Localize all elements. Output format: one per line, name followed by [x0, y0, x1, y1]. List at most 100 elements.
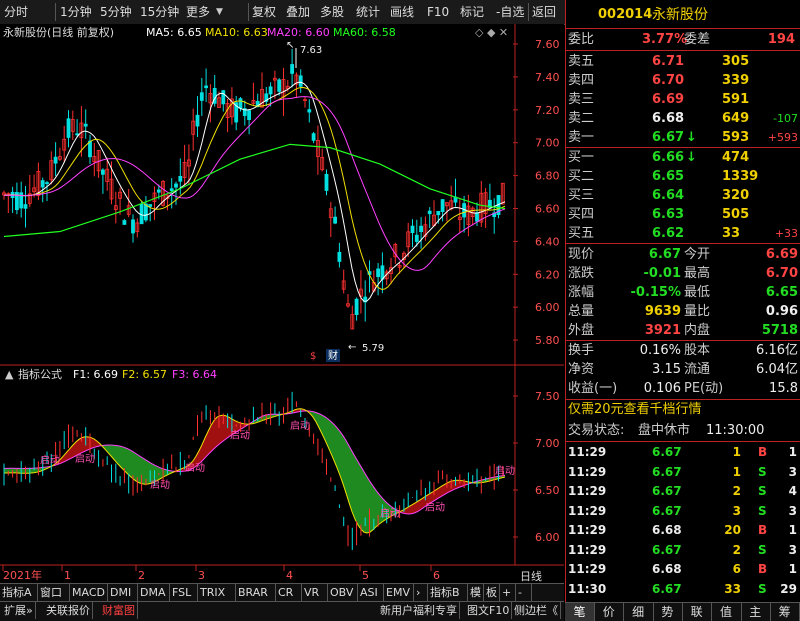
- side-button-3[interactable]: 势: [653, 603, 683, 621]
- side-button-6[interactable]: 主: [741, 603, 771, 621]
- toolbar-item-13[interactable]: 返回: [532, 0, 556, 24]
- tick-price: 6.67: [652, 542, 682, 557]
- indicator-tab-6[interactable]: TRIX: [198, 584, 236, 601]
- date-tick: 2: [138, 569, 145, 582]
- start-signal-label: 启动: [185, 461, 205, 474]
- ma-label-0: MA5: 6.65: [146, 26, 202, 39]
- indicator-tab-10[interactable]: OBV: [328, 584, 358, 601]
- indicator-tab-14[interactable]: 指标B: [428, 584, 468, 601]
- toolbar-item-1[interactable]: 1分钟: [60, 0, 92, 24]
- asks-row[interactable]: 卖一 6.67 ↓ 593 +593: [566, 128, 800, 148]
- stat-label: 现价: [568, 247, 595, 262]
- asks-label: 卖二: [568, 111, 595, 126]
- asks-label: 卖三: [568, 92, 595, 107]
- toolbar-item-10[interactable]: F10: [427, 0, 449, 24]
- low-arrow-icon: ←: [348, 342, 356, 353]
- asks-change: +593: [767, 131, 798, 144]
- indicator-tab-7[interactable]: BRAR: [236, 584, 276, 601]
- indicator-tab-18[interactable]: -: [516, 584, 532, 601]
- toolbar-item-12[interactable]: -自选: [496, 0, 524, 24]
- tick-side: S: [758, 464, 767, 479]
- toolbar-item-4[interactable]: 更多: [186, 0, 210, 24]
- low-price-mark: 5.79: [362, 343, 384, 354]
- side-button-7[interactable]: 筹: [770, 603, 800, 621]
- more-chevron-icon[interactable]: ▼: [216, 0, 223, 24]
- indicator-label-2: F3: 6.64: [172, 368, 217, 381]
- tick-count: 1: [788, 445, 797, 459]
- level2-promo-link[interactable]: 仅需20元查看千档行情: [568, 400, 702, 420]
- asks-price: 6.69: [652, 92, 685, 107]
- bottom-tab-2[interactable]: 财富图: [100, 602, 138, 619]
- indicator-tab-3[interactable]: DMI: [108, 584, 138, 601]
- toolbar-item-5[interactable]: 复权: [252, 0, 276, 24]
- bids-volume: 320: [722, 188, 750, 203]
- asks-volume: 339: [722, 73, 750, 88]
- finance-report-icon[interactable]: 财: [328, 349, 338, 362]
- bottom-right-tab-1[interactable]: 图文F10: [465, 602, 513, 619]
- stock-code: 002014: [598, 7, 653, 22]
- indicator-tab-11[interactable]: ASI: [358, 584, 384, 601]
- toolbar-item-2[interactable]: 5分钟: [100, 0, 132, 24]
- side-button-4[interactable]: 联: [682, 603, 713, 621]
- bids-row[interactable]: 买四 6.63 505: [566, 205, 800, 225]
- side-button-2[interactable]: 细: [624, 603, 654, 621]
- indicator-tab-12[interactable]: EMV: [384, 584, 414, 601]
- indicator-title[interactable]: 指标公式: [18, 367, 62, 381]
- toolbar-item-0[interactable]: 分时: [4, 0, 28, 24]
- indicator-tab-15[interactable]: 模: [468, 584, 484, 601]
- indicator-tick: 7.50: [535, 390, 560, 403]
- indicator-tab-0[interactable]: 指标A: [0, 584, 38, 601]
- tick-count: 4: [788, 484, 797, 498]
- side-button-1[interactable]: 价: [594, 603, 625, 621]
- bids-row[interactable]: 买一 6.66 ↓ 474: [566, 148, 800, 168]
- bottom-right-tab-2[interactable]: 侧边栏《: [512, 602, 561, 619]
- stat-label: 流通: [684, 362, 711, 377]
- bottom-tab-0[interactable]: 扩展»: [2, 602, 36, 619]
- bids-row[interactable]: 买五 6.62 33 +33: [566, 224, 800, 244]
- toolbar-item-3[interactable]: 15分钟: [140, 0, 179, 24]
- tick-time: 11:30: [568, 581, 607, 596]
- bids-row[interactable]: 买三 6.64 320: [566, 186, 800, 206]
- indicator-tab-17[interactable]: +: [500, 584, 516, 601]
- bottom-tab-1[interactable]: 关联报价: [44, 602, 93, 619]
- tick-row: 11:30 6.67 33 S 29: [566, 580, 800, 599]
- side-button-5[interactable]: 值: [712, 603, 742, 621]
- date-tick: 5: [362, 569, 369, 582]
- bids-price: 6.64: [652, 188, 685, 203]
- tick-row: 11:29 6.68 6 B 1: [566, 560, 800, 579]
- dollar-mark[interactable]: $: [310, 351, 316, 362]
- indicator-tab-5[interactable]: FSL: [170, 584, 198, 601]
- indicator-tab-8[interactable]: CR: [276, 584, 302, 601]
- toolbar-item-7[interactable]: 多股: [320, 0, 344, 24]
- side-buttons: 笔价细势联值主筹: [565, 602, 800, 621]
- toolbar-item-8[interactable]: 统计: [356, 0, 380, 24]
- indicator-menu-icon[interactable]: ▲: [5, 368, 14, 381]
- period-label[interactable]: 日线: [520, 569, 542, 583]
- diamond-icon[interactable]: ◇ ◆ ✕: [475, 26, 508, 39]
- indicator-tab-16[interactable]: 板: [484, 584, 500, 601]
- stat-label: 换手: [568, 343, 595, 358]
- bids-row[interactable]: 买二 6.65 1339: [566, 167, 800, 187]
- asks-label: 卖四: [568, 73, 595, 88]
- asks-row[interactable]: 卖三 6.69 591: [566, 90, 800, 110]
- kline-chart[interactable]: 启动 启动启动启动启动启动启动启动启动 7.607.407.207.006.806…: [0, 24, 564, 589]
- asks-row[interactable]: 卖二 6.68 649 -107: [566, 109, 800, 129]
- tick-volume: 1: [732, 445, 741, 459]
- asks-row[interactable]: 卖五 6.71 305: [566, 52, 800, 72]
- tick-count: 3: [788, 503, 797, 518]
- tick-side: B: [758, 562, 768, 576]
- toolbar-item-6[interactable]: 叠加: [286, 0, 310, 24]
- tick-side: S: [758, 503, 767, 518]
- indicator-tab-9[interactable]: VR: [302, 584, 328, 601]
- bottom-right-tab-0[interactable]: 新用户福利专享: [378, 602, 460, 619]
- indicator-tab-2[interactable]: MACD: [70, 584, 108, 601]
- high-arrow-icon: ↖: [286, 40, 294, 51]
- indicator-tab-1[interactable]: 窗口: [38, 584, 70, 601]
- asks-row[interactable]: 卖四 6.70 339: [566, 71, 800, 91]
- indicator-tab-4[interactable]: DMA: [138, 584, 170, 601]
- toolbar-item-9[interactable]: 画线: [390, 0, 414, 24]
- indicator-tab-13[interactable]: ›: [414, 584, 428, 601]
- side-button-0[interactable]: 笔: [565, 603, 595, 621]
- toolbar-item-11[interactable]: 标记: [460, 0, 484, 24]
- date-tick: 3: [198, 569, 205, 582]
